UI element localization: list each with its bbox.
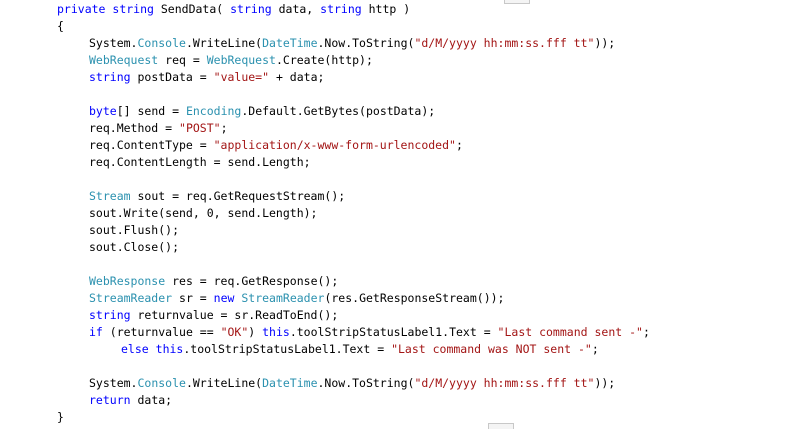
code-line[interactable]: StreamReader sr = new StreamReader(res.G…: [89, 290, 504, 307]
code-token: "value=": [213, 70, 270, 84]
code-token: SendData(: [153, 2, 231, 16]
code-token: .Now.ToString(: [317, 376, 415, 390]
code-token: (res.GetResponseStream());: [324, 291, 505, 305]
code-token: return: [89, 393, 131, 407]
code-line[interactable]: private string SendData( string data, st…: [57, 1, 410, 18]
code-token: string: [89, 70, 131, 84]
code-token: sout.Flush();: [89, 223, 180, 237]
code-line[interactable]: req.Method = "POST";: [89, 120, 228, 137]
code-token: this: [155, 342, 184, 356]
code-token: (returnvalue ==: [102, 325, 221, 339]
code-token: System.: [89, 376, 138, 390]
code-token: WebResponse: [89, 274, 166, 288]
code-token: sout.Close();: [89, 240, 180, 254]
code-token: data;: [130, 393, 173, 407]
code-line[interactable]: byte[] send = Encoding.Default.GetBytes(…: [89, 103, 435, 120]
code-token: sout = req.GetRequestStream();: [130, 189, 346, 203]
code-token: + data;: [269, 70, 325, 84]
code-token: req.ContentLength = send.Length;: [89, 155, 311, 169]
code-token: req =: [158, 53, 207, 67]
code-line[interactable]: }: [57, 409, 64, 426]
code-token: res = req.GetResponse();: [165, 274, 339, 288]
code-line[interactable]: req.ContentLength = send.Length;: [89, 154, 311, 171]
scroll-thumb-bottom[interactable]: [488, 423, 514, 429]
code-token: byte: [89, 104, 117, 118]
code-line[interactable]: string postData = "value=" + data;: [89, 69, 324, 86]
code-token: ;: [642, 325, 650, 339]
code-token: DateTime: [262, 376, 318, 390]
code-token: .Now.ToString(: [317, 36, 415, 50]
code-editor[interactable]: private string SendData( string data, st…: [0, 0, 789, 429]
scroll-thumb-top[interactable]: [504, 0, 530, 4]
code-token: if: [89, 325, 103, 339]
code-token: req.ContentType =: [89, 138, 214, 152]
code-line[interactable]: if (returnvalue == "OK") this.toolStripS…: [89, 324, 650, 341]
code-token: postData =: [130, 70, 214, 84]
code-token: ;: [220, 121, 228, 135]
code-token: sr =: [172, 291, 214, 305]
code-token: WebRequest: [206, 53, 276, 67]
code-token: .WriteLine(: [185, 376, 263, 390]
code-token: http ): [361, 2, 411, 16]
code-token: data,: [271, 2, 321, 16]
code-token: WebRequest: [89, 53, 159, 67]
code-token: string: [89, 308, 131, 322]
code-token: sout.Write(send, 0, send.Length);: [89, 206, 318, 220]
code-token: .Create(http);: [275, 53, 373, 67]
code-token: ;: [591, 342, 599, 356]
code-line[interactable]: string returnvalue = sr.ReadToEnd();: [89, 307, 338, 324]
code-token: Console: [137, 36, 186, 50]
code-token: .toolStripStatusLabel1.Text =: [183, 342, 392, 356]
code-token: {: [57, 19, 64, 33]
code-line[interactable]: sout.Write(send, 0, send.Length);: [89, 205, 317, 222]
code-line[interactable]: {: [57, 18, 64, 35]
code-token: else: [121, 342, 149, 356]
code-token: .WriteLine(: [185, 36, 263, 50]
code-token: req.Method =: [89, 121, 180, 135]
code-token: StreamReader: [241, 291, 325, 305]
code-token: ));: [594, 36, 616, 50]
code-token: DateTime: [262, 36, 318, 50]
code-token: StreamReader: [89, 291, 173, 305]
code-token: ;: [455, 138, 463, 152]
code-token: "application/x-www-form-urlencoded": [213, 138, 456, 152]
code-token: Stream: [89, 189, 131, 203]
code-token: new: [213, 291, 235, 305]
code-token: }: [57, 410, 64, 424]
code-token: "POST": [179, 121, 221, 135]
code-line[interactable]: req.ContentType = "application/x-www-for…: [89, 137, 463, 154]
code-line[interactable]: System.Console.WriteLine(DateTime.Now.To…: [89, 375, 615, 392]
code-line[interactable]: Stream sout = req.GetRequestStream();: [89, 188, 345, 205]
code-token: .toolStripStatusLabel1.Text =: [289, 325, 498, 339]
code-token: "Last command was NOT sent -": [391, 342, 592, 356]
code-line[interactable]: System.Console.WriteLine(DateTime.Now.To…: [89, 35, 615, 52]
code-token: ): [248, 325, 263, 339]
code-token: this: [262, 325, 290, 339]
code-line[interactable]: WebRequest req = WebRequest.Create(http)…: [89, 52, 373, 69]
code-token: string: [112, 2, 154, 16]
code-token: .Default.GetBytes(postData);: [241, 104, 436, 118]
code-token: Console: [137, 376, 186, 390]
code-token: "d/M/yyyy hh:mm:ss.fff tt": [414, 376, 595, 390]
code-token: [] send =: [116, 104, 186, 118]
code-line[interactable]: sout.Flush();: [89, 222, 179, 239]
code-line[interactable]: else this.toolStripStatusLabel1.Text = "…: [121, 341, 599, 358]
code-token: string: [230, 2, 272, 16]
code-token: "OK": [220, 325, 249, 339]
code-token: "Last command sent -": [497, 325, 643, 339]
code-token: returnvalue = sr.ReadToEnd();: [130, 308, 339, 322]
code-line[interactable]: return data;: [89, 392, 172, 409]
code-line[interactable]: WebResponse res = req.GetResponse();: [89, 273, 338, 290]
code-token: string: [320, 2, 362, 16]
code-token: Encoding: [185, 104, 242, 118]
code-token: System.: [89, 36, 138, 50]
code-line[interactable]: sout.Close();: [89, 239, 179, 256]
code-token: ));: [594, 376, 616, 390]
code-token: "d/M/yyyy hh:mm:ss.fff tt": [414, 36, 595, 50]
code-token: private: [57, 2, 106, 16]
